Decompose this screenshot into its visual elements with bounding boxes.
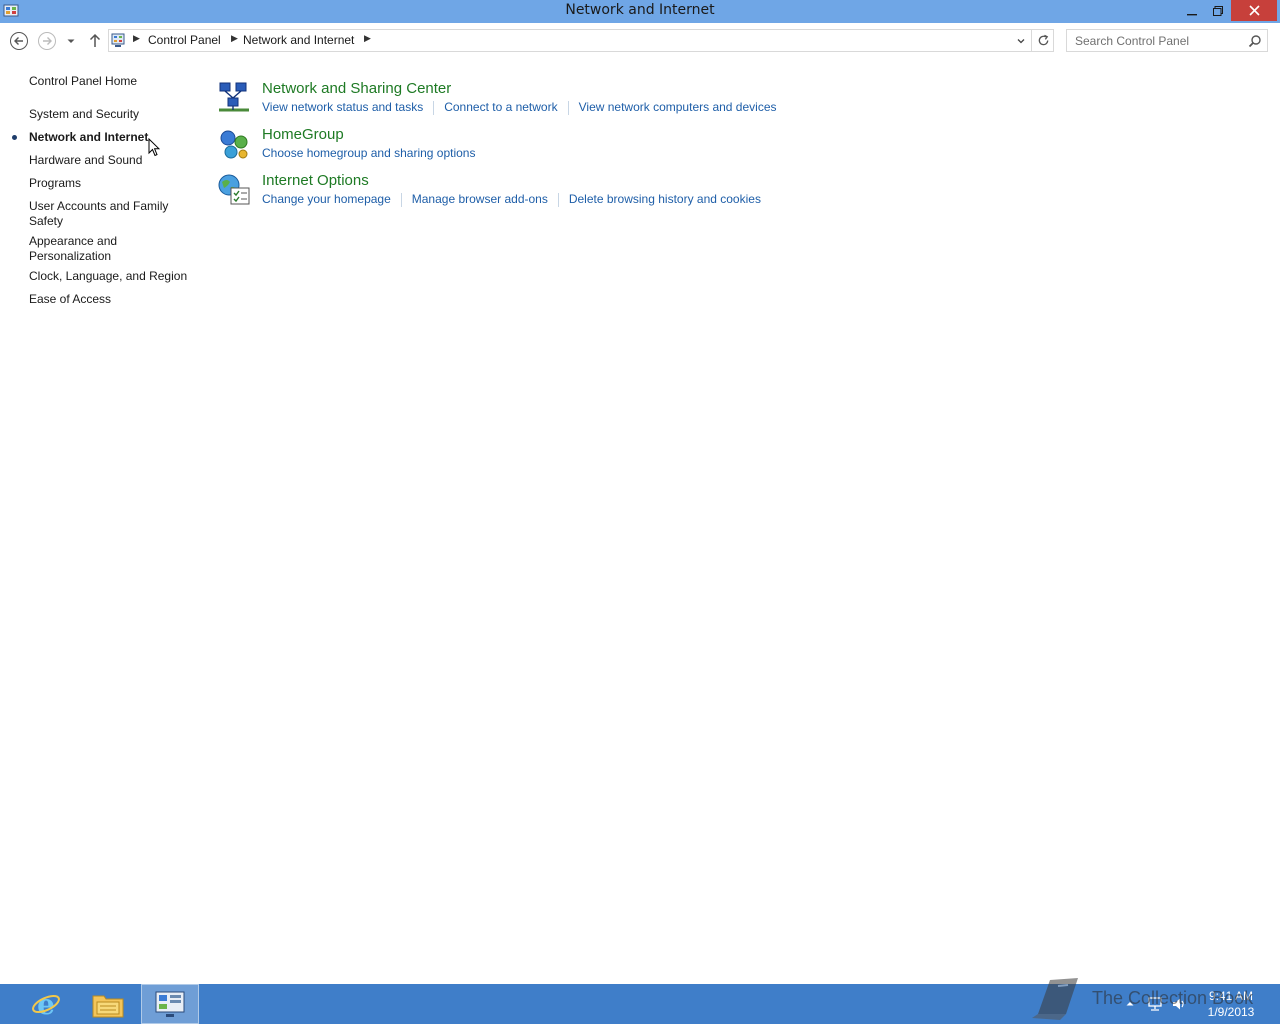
restore-button[interactable] <box>1205 0 1231 21</box>
sidebar-item-user-accounts[interactable]: User Accounts and Family Safety <box>29 199 179 229</box>
breadcrumb-network-and-internet[interactable]: Network and Internet <box>243 33 354 47</box>
mouse-pointer-icon <box>148 138 160 157</box>
sidebar-item-network-internet[interactable]: Network and Internet <box>29 130 189 145</box>
link-separator <box>557 192 559 207</box>
control-panel-icon <box>155 991 185 1017</box>
internet-explorer-icon: e <box>32 988 60 1020</box>
breadcrumb-control-panel[interactable]: Control Panel <box>148 33 221 47</box>
network-sharing-center-link[interactable]: Network and Sharing Center <box>262 80 451 97</box>
back-button[interactable] <box>9 31 29 51</box>
breadcrumb-separator-icon[interactable]: ▶ <box>133 34 140 44</box>
taskbar-control-panel[interactable] <box>141 984 199 1024</box>
homegroup-sharing-options-link[interactable]: Choose homegroup and sharing options <box>262 146 475 160</box>
navigation-bar: ▶ Control Panel ▶ Network and Internet ▶ <box>0 23 1280 59</box>
category-links: View network status and tasks Connect to … <box>262 100 777 115</box>
up-arrow-icon <box>89 33 101 47</box>
link-separator <box>433 100 435 115</box>
up-button[interactable] <box>85 31 105 51</box>
refresh-icon <box>1038 34 1048 46</box>
category-links: Change your homepage Manage browser add-o… <box>262 192 761 207</box>
taskbar-internet-explorer[interactable]: e <box>17 984 75 1024</box>
active-item-bullet <box>12 135 17 140</box>
title-bar: Network and Internet <box>0 0 1280 23</box>
watermark: The Collection Book <box>1028 974 1268 1024</box>
link-separator <box>567 100 569 115</box>
svg-text:e: e <box>37 988 55 1020</box>
control-panel-location-icon <box>111 33 125 47</box>
delete-browsing-history-link[interactable]: Delete browsing history and cookies <box>569 192 761 206</box>
change-homepage-link[interactable]: Change your homepage <box>262 192 391 206</box>
address-bar[interactable]: ▶ Control Panel ▶ Network and Internet ▶ <box>108 29 1054 52</box>
window-title: Network and Internet <box>565 2 715 18</box>
chevron-down-icon <box>67 39 75 43</box>
watermark-text: The Collection Book <box>1092 988 1254 1008</box>
manage-addons-link[interactable]: Manage browser add-ons <box>412 192 548 206</box>
breadcrumb-separator-icon[interactable]: ▶ <box>231 34 238 44</box>
taskbar-file-explorer[interactable] <box>79 984 137 1024</box>
close-button[interactable] <box>1231 0 1277 21</box>
sidebar-control-panel-home[interactable]: Control Panel Home <box>29 74 189 89</box>
sidebar-item-system-security[interactable]: System and Security <box>29 107 189 122</box>
recent-locations-button[interactable] <box>63 31 79 51</box>
search-box[interactable] <box>1066 29 1268 52</box>
close-icon <box>1248 5 1260 16</box>
minimize-icon <box>1187 13 1197 15</box>
forward-arrow-icon <box>38 32 56 50</box>
minimize-button[interactable] <box>1179 0 1205 21</box>
sidebar-item-programs[interactable]: Programs <box>29 176 189 191</box>
connect-to-network-link[interactable]: Connect to a network <box>444 100 557 114</box>
homegroup-icon[interactable] <box>216 126 252 162</box>
sidebar-item-appearance[interactable]: Appearance and Personalization <box>29 234 139 264</box>
chevron-down-icon <box>1017 39 1025 44</box>
restore-icon <box>1213 5 1223 16</box>
view-network-status-link[interactable]: View network status and tasks <box>262 100 423 114</box>
sidebar-item-clock-language-region[interactable]: Clock, Language, and Region <box>29 269 189 284</box>
breadcrumb-separator-icon[interactable]: ▶ <box>364 34 371 44</box>
search-icon[interactable] <box>1248 34 1262 48</box>
homegroup-link[interactable]: HomeGroup <box>262 126 344 143</box>
search-input[interactable] <box>1067 30 1245 51</box>
book-icon <box>1032 978 1078 1020</box>
forward-button[interactable] <box>37 31 57 51</box>
file-explorer-icon <box>92 995 124 1018</box>
view-network-computers-link[interactable]: View network computers and devices <box>579 100 777 114</box>
internet-options-icon[interactable] <box>216 172 252 208</box>
category-links: Choose homegroup and sharing options <box>262 146 475 160</box>
network-sharing-icon[interactable] <box>216 80 252 116</box>
address-history-button[interactable] <box>1013 33 1029 49</box>
internet-options-link[interactable]: Internet Options <box>262 172 369 189</box>
sidebar-item-hardware-sound[interactable]: Hardware and Sound <box>29 153 189 168</box>
link-separator <box>400 192 402 207</box>
back-arrow-icon <box>10 32 28 50</box>
refresh-button[interactable] <box>1031 30 1054 51</box>
sidebar-item-ease-of-access[interactable]: Ease of Access <box>29 292 189 307</box>
